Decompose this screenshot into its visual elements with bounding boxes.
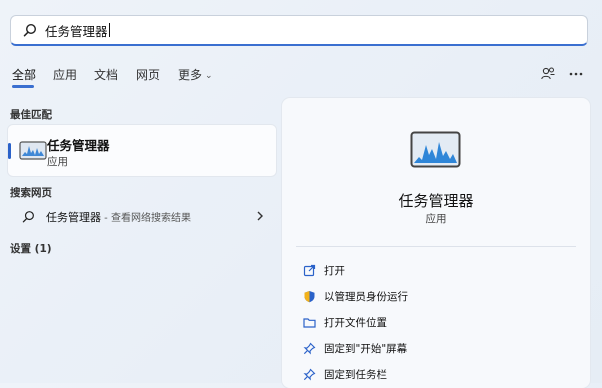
best-match-result[interactable]: 任务管理器 应用 [8, 125, 276, 176]
web-search-result[interactable]: 任务管理器 - 查看网络搜索结果 [8, 206, 276, 228]
action-pin-to-taskbar[interactable]: 固定到任务栏 [302, 365, 572, 383]
tab-apps-label: 应用 [53, 68, 78, 82]
action-open-label: 打开 [324, 264, 345, 277]
tab-web[interactable]: 网页 [136, 66, 160, 83]
best-match-subtitle: 应用 [47, 156, 68, 168]
preview-subtitle: 应用 [425, 213, 447, 225]
tab-all-label: 全部 [12, 68, 37, 82]
web-search-query: 任务管理器 [46, 211, 101, 224]
tab-more[interactable]: 更多 ⌄ [178, 66, 213, 83]
active-tab-indicator [12, 85, 34, 88]
tab-more-label: 更多 [178, 68, 203, 82]
text-caret [108, 23, 110, 37]
search-box[interactable]: 任务管理器 [10, 15, 588, 46]
web-search-text: 任务管理器 - 查看网络搜索结果 [46, 209, 191, 225]
selection-indicator [8, 143, 11, 159]
admin-shield-icon [302, 289, 316, 303]
open-icon [302, 263, 316, 277]
web-search-suffix: - 查看网络搜索结果 [101, 213, 191, 224]
preview-pane: 任务管理器 应用 打开 以管理员身份运行 打开文件位置 固定到"开始"屏幕 固定… [282, 98, 590, 388]
action-run-as-admin-label: 以管理员身份运行 [324, 290, 408, 303]
search-icon [22, 211, 34, 223]
account-switch-icon [541, 67, 555, 80]
tab-documents[interactable]: 文档 [94, 66, 118, 83]
action-pin-to-start[interactable]: 固定到"开始"屏幕 [302, 339, 572, 357]
action-pin-to-taskbar-label: 固定到任务栏 [324, 368, 387, 381]
best-match-heading: 最佳匹配 [10, 109, 52, 121]
account-switch-button[interactable] [538, 64, 558, 84]
action-open[interactable]: 打开 [302, 261, 572, 279]
search-web-heading: 搜索网页 [10, 187, 52, 199]
folder-icon [302, 315, 316, 329]
action-pin-to-start-label: 固定到"开始"屏幕 [324, 342, 408, 355]
action-open-file-location[interactable]: 打开文件位置 [302, 313, 572, 331]
tab-all[interactable]: 全部 [12, 66, 37, 88]
tab-apps[interactable]: 应用 [53, 66, 77, 83]
best-match-title: 任务管理器 [47, 138, 110, 153]
task-manager-icon [19, 141, 47, 160]
settings-heading: 设置 (1) [10, 243, 52, 255]
more-horizontal-icon [569, 72, 583, 76]
more-options-button[interactable] [566, 64, 586, 84]
chevron-down-icon: ⌄ [205, 71, 213, 81]
preview-title: 任务管理器 [398, 192, 474, 210]
task-manager-icon [410, 131, 461, 168]
tab-documents-label: 文档 [94, 68, 119, 82]
action-open-file-location-label: 打开文件位置 [324, 316, 387, 329]
search-icon [23, 23, 37, 37]
search-input[interactable]: 任务管理器 [45, 21, 108, 40]
divider [296, 246, 576, 247]
tab-web-label: 网页 [136, 68, 161, 82]
chevron-right-icon [257, 211, 263, 221]
pin-icon [302, 341, 316, 355]
action-run-as-admin[interactable]: 以管理员身份运行 [302, 287, 572, 305]
pin-icon [302, 367, 316, 381]
